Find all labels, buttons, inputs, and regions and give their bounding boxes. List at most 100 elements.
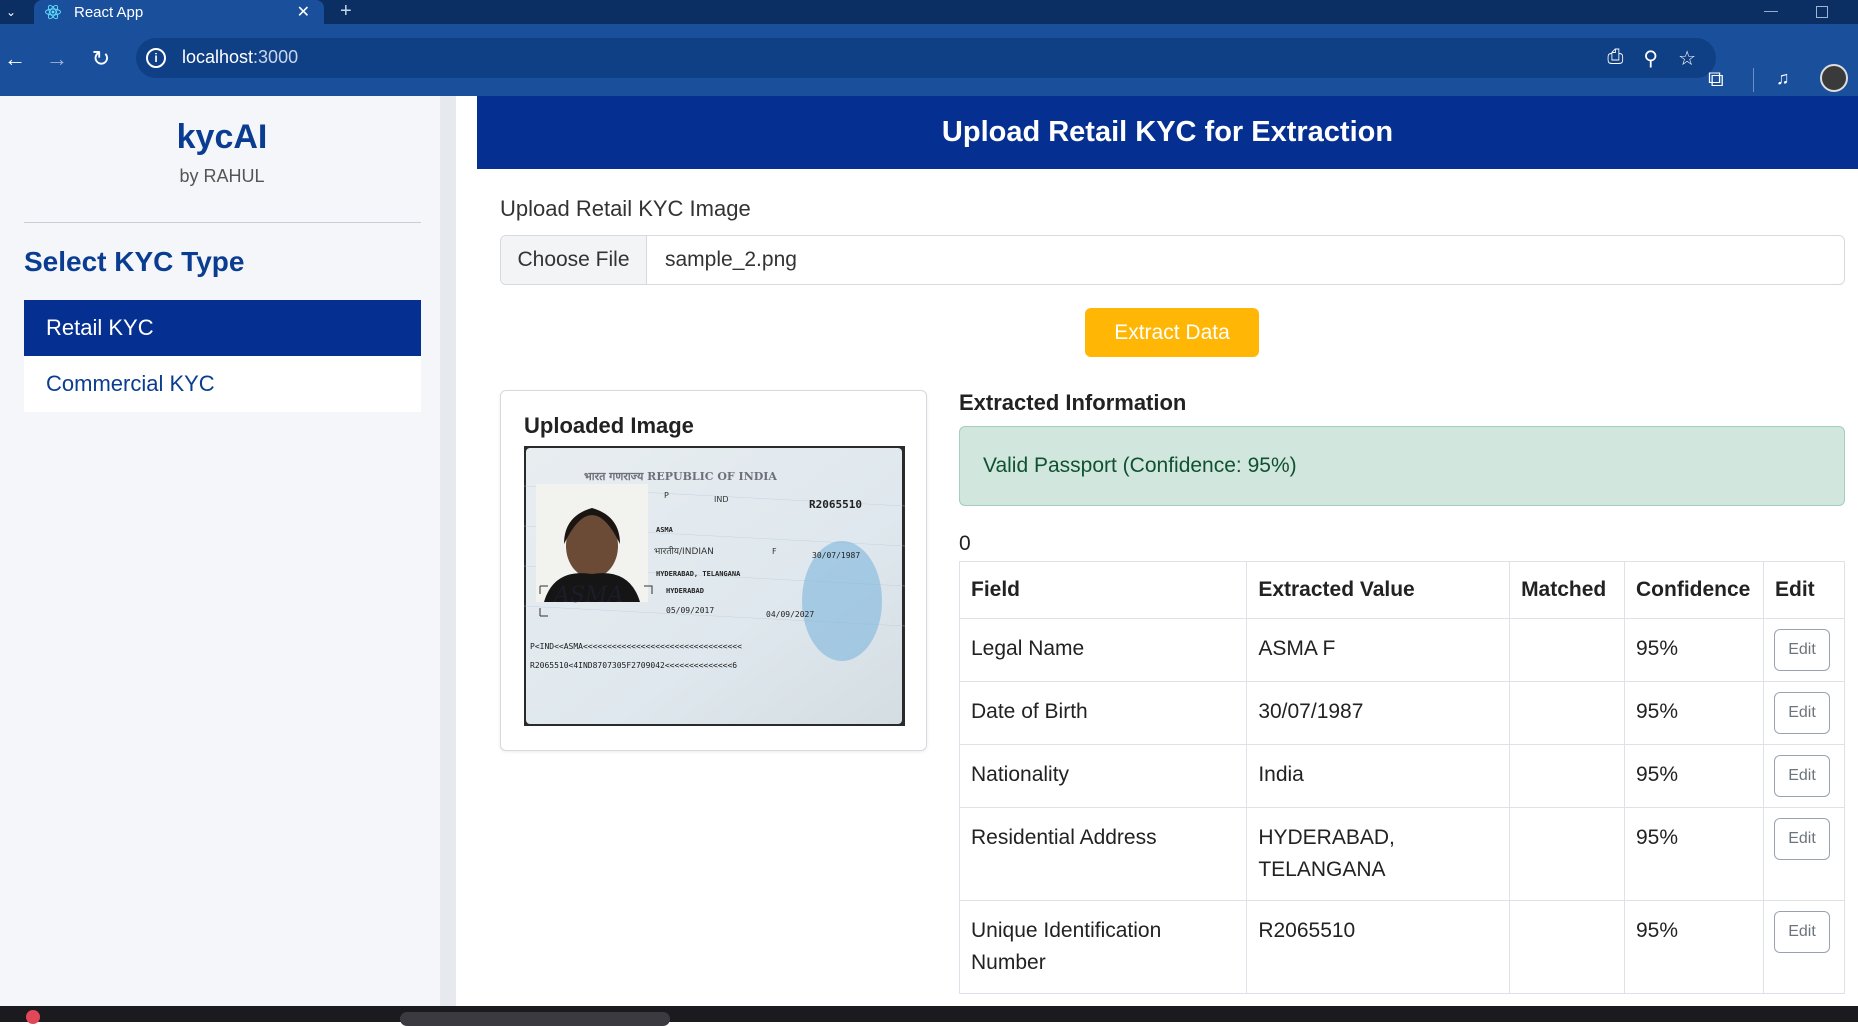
cell-field: Date of Birth <box>958 681 1248 745</box>
sidebar: kycAI by RAHUL Select KYC Type Retail KY… <box>0 96 440 1006</box>
edit-button[interactable]: Edit <box>1773 911 1830 953</box>
edit-button[interactable]: Edit <box>1773 755 1830 797</box>
cell-confidence: 95% <box>1624 681 1764 745</box>
cell-field: Residential Address <box>958 807 1248 901</box>
minimize-icon[interactable]: — <box>1764 2 1778 18</box>
cell-matched <box>1509 807 1625 901</box>
browser-toolbar: ← → ↻ i localhost:3000 ⎙ ⚲ ☆ ⧉ ♫ <box>0 24 1858 96</box>
install-app-icon[interactable]: ⎙ <box>1607 46 1623 71</box>
table-row: Unique Identification Number R2065510 95… <box>958 900 1846 994</box>
browser-tab-strip: ⌄ React App ✕ + — <box>0 0 1858 24</box>
col-header-edit: Edit <box>1762 561 1846 619</box>
new-tab-icon[interactable]: + <box>340 0 352 22</box>
table-row: Nationality India 95% Edit <box>958 744 1846 808</box>
bookmark-star-icon[interactable]: ☆ <box>1678 46 1696 71</box>
uploaded-image-card: Uploaded Image भारत गणराज्य REPUBLIC OF … <box>500 390 927 751</box>
sidebar-item-commercial-kyc[interactable]: Commercial KYC <box>24 356 421 412</box>
passport-given-name: ASMA <box>656 526 674 534</box>
passport-type: P <box>664 491 669 500</box>
validation-alert: Valid Passport (Confidence: 95%) <box>959 426 1845 506</box>
url-port: :3000 <box>253 47 299 67</box>
table-row: Legal Name ASMA F 95% Edit <box>958 618 1846 682</box>
passport-place-of-birth: HYDERABAD, TELANGANA <box>656 570 741 578</box>
col-header-field: Field <box>958 561 1248 619</box>
tab-close-icon[interactable]: ✕ <box>297 2 310 22</box>
cell-value: India <box>1246 744 1511 808</box>
cell-confidence: 95% <box>1624 618 1764 682</box>
upload-label: Upload Retail KYC Image <box>500 196 751 221</box>
col-header-extracted-value: Extracted Value <box>1246 561 1511 619</box>
main-content: Upload Retail KYC for Extraction Upload … <box>477 96 1858 1006</box>
media-controls-icon[interactable]: ♫ <box>1776 68 1790 89</box>
passport-image: भारत गणराज्य REPUBLIC OF INDIA P IND R20… <box>524 446 905 726</box>
toolbar-divider <box>1753 68 1754 92</box>
sidebar-item-retail-kyc[interactable]: Retail KYC <box>24 300 421 356</box>
brand-subtitle: by RAHUL <box>179 166 265 186</box>
restore-icon[interactable] <box>1816 6 1828 18</box>
col-header-matched: Matched <box>1509 561 1625 619</box>
url-text[interactable]: localhost:3000 <box>182 47 298 68</box>
passport-mrz-line-2: R2065510<4IND8707305F2709042<<<<<<<<<<<<… <box>530 661 737 670</box>
cell-field: Nationality <box>958 744 1248 808</box>
passport-header: भारत गणराज्य REPUBLIC OF INDIA <box>584 470 777 483</box>
zoom-icon[interactable]: ⚲ <box>1643 46 1658 71</box>
passport-dob: 30/07/1987 <box>812 551 860 560</box>
sidebar-scrollbar[interactable] <box>440 96 456 1006</box>
passport-place-of-issue: HYDERABAD <box>666 587 704 595</box>
col-header-confidence: Confidence <box>1624 561 1764 619</box>
cell-matched <box>1509 681 1625 745</box>
browser-tab[interactable]: React App ✕ <box>34 0 324 24</box>
profile-avatar[interactable] <box>1820 64 1848 92</box>
passport-mrz-line-1: P<IND<<ASMA<<<<<<<<<<<<<<<<<<<<<<<<<<<<<… <box>530 642 742 651</box>
url-host: localhost <box>182 47 254 67</box>
cell-confidence: 95% <box>1624 900 1764 994</box>
extracted-info-title: Extracted Information <box>959 390 1187 415</box>
uploaded-image-title: Uploaded Image <box>524 413 694 438</box>
passport-date-of-expiry: 04/09/2027 <box>766 610 814 619</box>
edit-button[interactable]: Edit <box>1773 629 1830 671</box>
sidebar-heading: Select KYC Type <box>24 246 245 277</box>
cell-edit: Edit <box>1762 807 1846 901</box>
back-arrow-icon[interactable]: ← <box>0 44 30 74</box>
edit-button[interactable]: Edit <box>1773 692 1830 734</box>
result-count: 0 <box>959 532 971 555</box>
taskbar-search[interactable] <box>400 1012 670 1026</box>
passport-nationality: भारतीय/INDIAN <box>654 545 714 557</box>
brand-title: kycAI <box>176 118 268 156</box>
passport-date-of-issue: 05/09/2017 <box>666 606 714 615</box>
reload-icon[interactable]: ↻ <box>86 44 116 74</box>
forward-arrow-icon[interactable]: → <box>42 44 72 74</box>
passport-number: R2065510 <box>809 498 862 511</box>
cell-edit: Edit <box>1762 618 1846 682</box>
site-info-icon[interactable]: i <box>146 48 166 68</box>
react-logo-icon <box>44 3 62 21</box>
cell-matched <box>1509 744 1625 808</box>
table-header-row: Field Extracted Value Matched Confidence… <box>958 561 1846 619</box>
passport-country-code: IND <box>714 495 729 504</box>
cell-field: Unique Identification Number <box>958 900 1248 994</box>
passport-signature: ASMA <box>552 583 623 608</box>
cell-matched <box>1509 618 1625 682</box>
selected-file-name: sample_2.png <box>665 248 797 271</box>
table-row: Residential Address HYDERABAD, TELANGANA… <box>958 807 1846 901</box>
cell-value: HYDERABAD, TELANGANA <box>1246 807 1511 901</box>
cell-edit: Edit <box>1762 900 1846 994</box>
extensions-puzzle-icon[interactable]: ⧉ <box>1708 66 1724 92</box>
file-input[interactable]: Choose File sample_2.png <box>500 235 1845 285</box>
passport-sex: F <box>772 547 777 556</box>
cell-value: ASMA F <box>1246 618 1511 682</box>
tab-search-icon[interactable]: ⌄ <box>0 0 22 24</box>
extracted-fields-table: Field Extracted Value Matched Confidence… <box>958 561 1846 994</box>
cell-value: 30/07/1987 <box>1246 681 1511 745</box>
address-bar[interactable]: i localhost:3000 ⎙ ⚲ ☆ <box>136 38 1716 78</box>
cell-confidence: 95% <box>1624 744 1764 808</box>
os-taskbar <box>0 1006 1858 1026</box>
app-page: kycAI by RAHUL Select KYC Type Retail KY… <box>0 96 1858 1006</box>
extract-data-button[interactable]: Extract Data <box>1085 308 1259 357</box>
sidebar-divider <box>24 222 421 223</box>
edit-button[interactable]: Edit <box>1773 818 1830 860</box>
cell-value: R2065510 <box>1246 900 1511 994</box>
cell-confidence: 95% <box>1624 807 1764 901</box>
choose-file-button[interactable]: Choose File <box>501 236 647 284</box>
table-row: Date of Birth 30/07/1987 95% Edit <box>958 681 1846 745</box>
